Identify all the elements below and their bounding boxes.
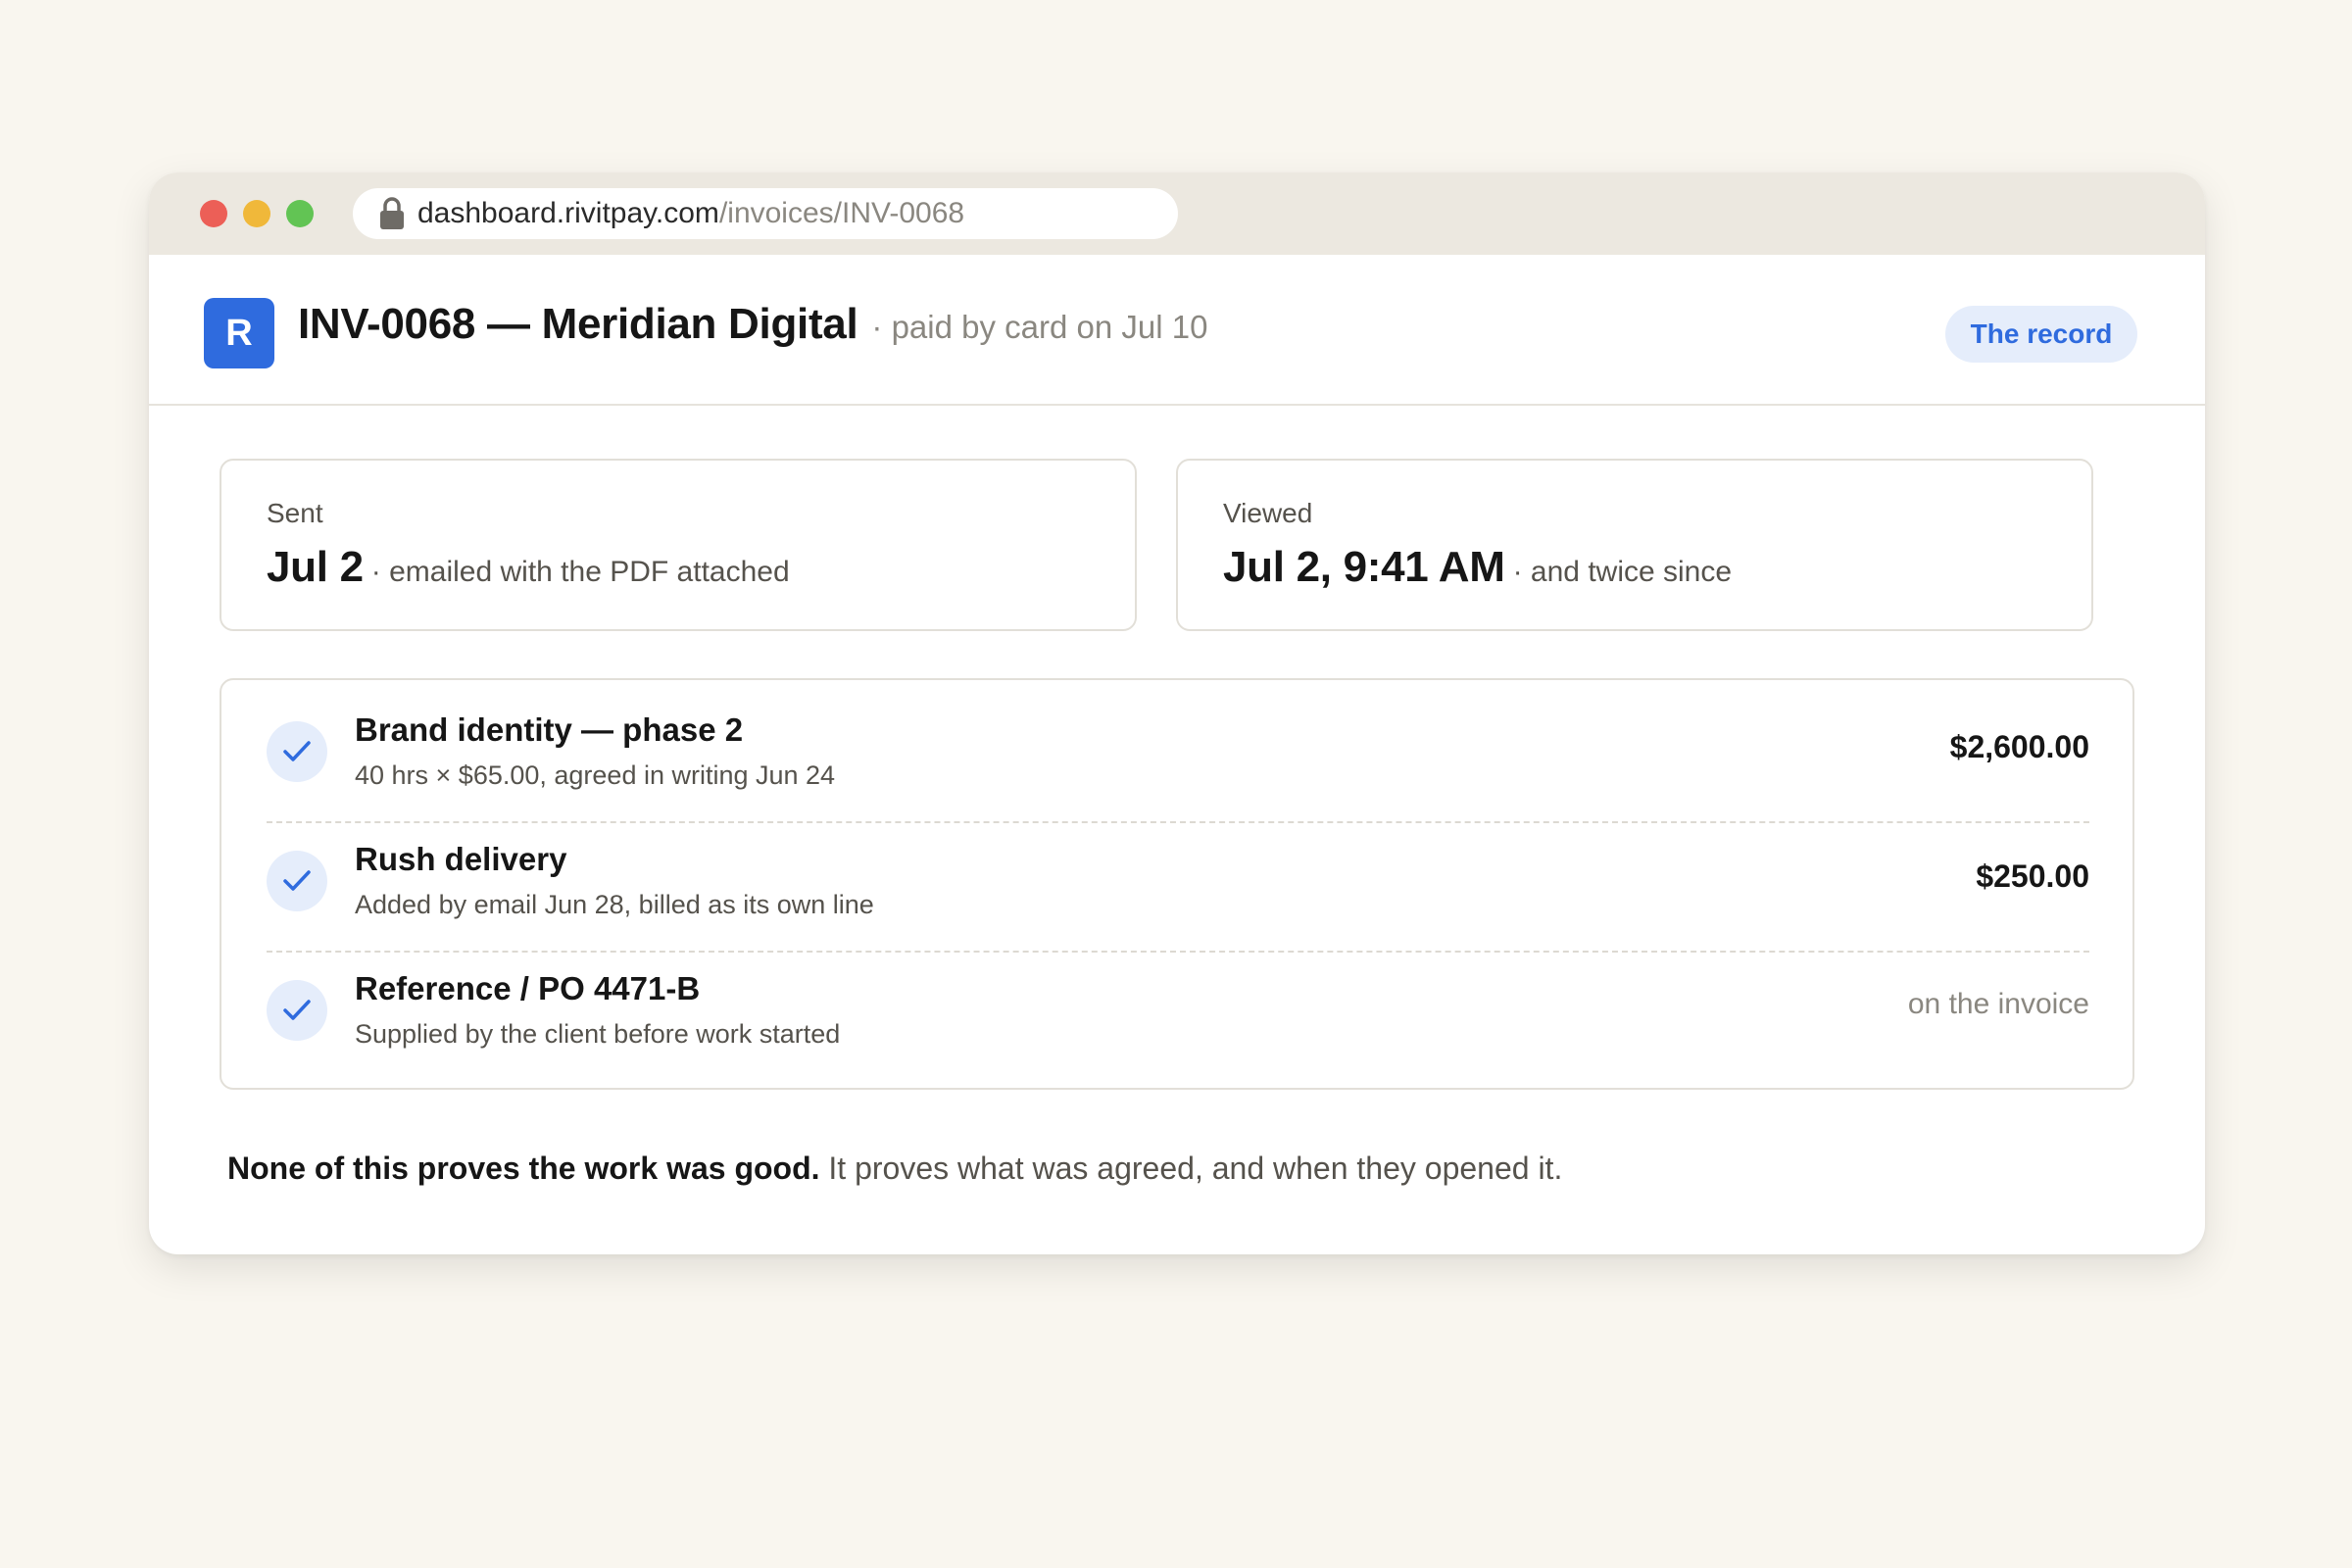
url-text: dashboard.rivitpay.com/invoices/INV-0068 — [417, 197, 964, 230]
app-logo: R — [204, 298, 274, 368]
browser-window: dashboard.rivitpay.com/invoices/INV-0068… — [149, 172, 2205, 1254]
footnote: None of this proves the work was good. I… — [227, 1151, 1562, 1187]
list-item: Brand identity — phase 2 40 hrs × $65.00… — [267, 702, 2089, 829]
checkmark-icon — [267, 721, 327, 782]
item-title: Reference / PO 4471-B — [355, 970, 701, 1006]
item-title: Rush delivery — [355, 841, 567, 877]
item-subtitle: Supplied by the client before work start… — [355, 1019, 841, 1049]
the-record-button[interactable]: The record — [1945, 306, 2137, 363]
item-subtitle: 40 hrs × $65.00, agreed in writing Jun 2… — [355, 760, 836, 790]
viewed-detail: · and twice since — [1512, 556, 1733, 588]
minimize-window-button[interactable] — [243, 200, 270, 227]
viewed-label: Viewed — [1223, 498, 1313, 528]
divider — [267, 821, 2089, 823]
payment-status: · paid by card on Jul 10 — [871, 309, 1208, 345]
checkmark-icon — [267, 980, 327, 1041]
line-items-list: Brand identity — phase 2 40 hrs × $65.00… — [220, 678, 2134, 1090]
sent-value-line: Jul 2 · emailed with the PDF attached — [267, 543, 790, 592]
viewed-value-line: Jul 2, 9:41 AM · and twice since — [1223, 543, 1732, 592]
list-item: Rush delivery Added by email Jun 28, bil… — [267, 831, 2089, 958]
close-window-button[interactable] — [200, 200, 227, 227]
viewed-card: Viewed Jul 2, 9:41 AM · and twice since — [1176, 459, 2093, 631]
browser-titlebar: dashboard.rivitpay.com/invoices/INV-0068 — [149, 172, 2205, 255]
sent-detail: · emailed with the PDF attached — [370, 556, 790, 588]
divider — [267, 951, 2089, 953]
footnote-rest: It proves what was agreed, and when they… — [819, 1151, 1563, 1186]
checkmark-icon — [267, 851, 327, 911]
sent-label: Sent — [267, 498, 323, 528]
invoice-header: R INV-0068 — Meridian Digital · paid by … — [149, 255, 2205, 406]
sent-card: Sent Jul 2 · emailed with the PDF attach… — [220, 459, 1137, 631]
viewed-datetime: Jul 2, 9:41 AM — [1223, 543, 1505, 591]
item-subtitle: Added by email Jun 28, billed as its own… — [355, 890, 874, 919]
title-line: INV-0068 — Meridian Digital · paid by ca… — [298, 300, 1207, 368]
footnote-strong: None of this proves the work was good. — [227, 1151, 820, 1186]
url-host: dashboard.rivitpay.com — [417, 197, 719, 229]
maximize-window-button[interactable] — [286, 200, 314, 227]
item-amount: $250.00 — [1976, 858, 2089, 894]
item-title: Brand identity — phase 2 — [355, 711, 744, 748]
address-bar[interactable]: dashboard.rivitpay.com/invoices/INV-0068 — [353, 188, 1178, 239]
url-path: /invoices/INV-0068 — [718, 197, 965, 229]
page-title: INV-0068 — Meridian Digital — [298, 300, 858, 348]
item-amount: $2,600.00 — [1949, 729, 2089, 764]
lock-icon — [378, 197, 406, 230]
list-item: Reference / PO 4471-B Supplied by the cl… — [267, 960, 2089, 1088]
sent-date: Jul 2 — [267, 543, 364, 591]
item-amount: on the invoice — [1907, 988, 2089, 1020]
